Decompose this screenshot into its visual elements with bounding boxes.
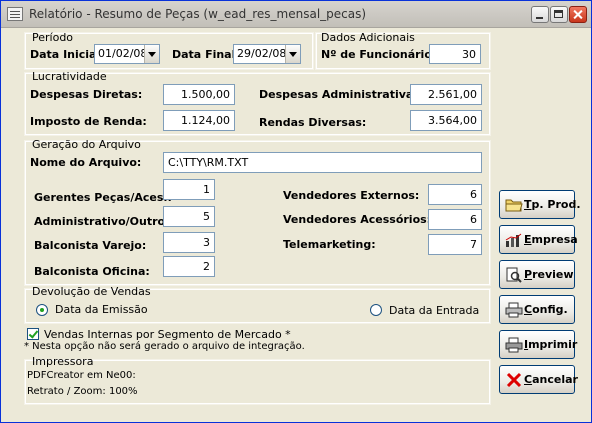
chevron-down-icon[interactable] [285,45,300,63]
vend-acessorios-field[interactable]: 6 [428,209,482,230]
dados-adicionais-legend: Dados Adicionais [321,31,415,44]
minimize-button[interactable] [531,6,549,23]
funcionarios-field[interactable]: 30 [429,44,481,64]
imprimir-label: Imprimir [524,338,578,351]
telemarketing-label: Telemarketing: [283,238,376,251]
printer-config-icon [505,302,523,318]
periodo-legend: Período [32,31,74,44]
title-bar[interactable]: Relatório - Resumo de Peças (w_ead_res_m… [1,1,591,28]
vend-externos-label: Vendedores Externos: [283,189,420,202]
vendas-internas-note: * Nesta opção não será gerado o arquivo … [24,341,305,352]
impressora-legend: Impressora [32,355,94,368]
close-button[interactable] [569,6,587,23]
rendas-diversas-field[interactable]: 3.564,00 [410,110,482,131]
gerentes-field[interactable]: 1 [163,179,215,200]
lucratividade-legend: Lucratividade [32,70,107,83]
data-final-value: 29/02/08 [237,47,287,60]
vend-acessorios-label: Vendedores Acessórios: [283,213,432,226]
chevron-down-icon[interactable] [144,45,159,63]
empresa-button[interactable]: Empresa [499,225,578,254]
despesas-adm-label: Despesas Administrativas: [259,88,425,101]
data-inicial-value: 01/02/08 [98,47,148,60]
gerentes-label: Gerentes Peças/Aces.: [34,191,172,204]
printer-icon [505,337,523,353]
data-inicial-field[interactable]: 01/02/08 [94,44,160,64]
nome-arquivo-field[interactable]: C:\TTY\RM.TXT [163,152,482,173]
radio-data-entrada[interactable] [370,304,382,316]
rendas-diversas-label: Rendas Diversas: [259,116,367,129]
maximize-button[interactable] [550,6,568,23]
app-icon [7,7,23,21]
data-final-field[interactable]: 29/02/08 [233,44,301,64]
balconista-varejo-field[interactable]: 3 [163,232,215,253]
balconista-varejo-label: Balconista Varejo: [34,239,147,252]
cancelar-button[interactable]: Cancelar [499,365,578,394]
printer-name: PDFCreator em Ne00: [27,370,136,381]
balconista-oficina-label: Balconista Oficina: [34,265,150,278]
window-title: Relatório - Resumo de Peças (w_ead_res_m… [29,7,367,21]
vendas-internas-checkbox[interactable] [27,328,39,340]
tp-prod-button[interactable]: Tp. Prod. [499,190,581,219]
funcionarios-label: Nº de Funcionários: [321,48,443,61]
preview-label: Preview [524,268,574,281]
data-entrada-label[interactable]: Data da Entrada [389,304,479,317]
geracao-legend: Geração do Arquivo [32,138,141,151]
folder-icon [505,199,523,212]
preview-icon [506,267,522,283]
impressora-group [24,359,491,405]
close-icon [506,372,522,388]
chart-icon [505,233,522,247]
nome-arquivo-label: Nome do Arquivo: [30,156,142,169]
administrativo-label: Administrativo/Outros: [34,215,177,228]
telemarketing-field[interactable]: 7 [428,234,482,255]
form-body: Período Data Inicial: 01/02/08 Data Fina… [1,28,591,422]
tp-prod-label: Tp. Prod. [524,198,581,211]
vend-externos-field[interactable]: 6 [428,184,482,205]
radio-data-emissao[interactable] [36,304,48,316]
administrativo-field[interactable]: 5 [163,206,215,227]
preview-button[interactable]: Preview [499,260,575,289]
config-button[interactable]: Config. [499,295,575,324]
despesas-adm-field[interactable]: 2.561,00 [410,84,482,105]
printer-zoom: Retrato / Zoom: 100% [27,386,138,397]
imprimir-button[interactable]: Imprimir [499,330,578,359]
report-window: Relatório - Resumo de Peças (w_ead_res_m… [0,0,592,423]
data-final-label: Data Final: [172,48,240,61]
cancelar-label: Cancelar [524,373,578,386]
balconista-oficina-field[interactable]: 2 [163,256,215,277]
devolucao-legend: Devolução de Vendas [32,285,151,298]
despesas-diretas-label: Despesas Diretas: [30,88,143,101]
imposto-renda-field[interactable]: 1.124,00 [163,110,235,131]
imposto-renda-label: Imposto de Renda: [30,115,147,128]
config-label: Config. [524,303,568,316]
empresa-label: Empresa [524,233,578,246]
data-emissao-label[interactable]: Data da Emissão [55,303,148,316]
vendas-internas-label[interactable]: Vendas Internas por Segmento de Mercado … [44,328,291,341]
despesas-diretas-field[interactable]: 1.500,00 [163,84,235,105]
